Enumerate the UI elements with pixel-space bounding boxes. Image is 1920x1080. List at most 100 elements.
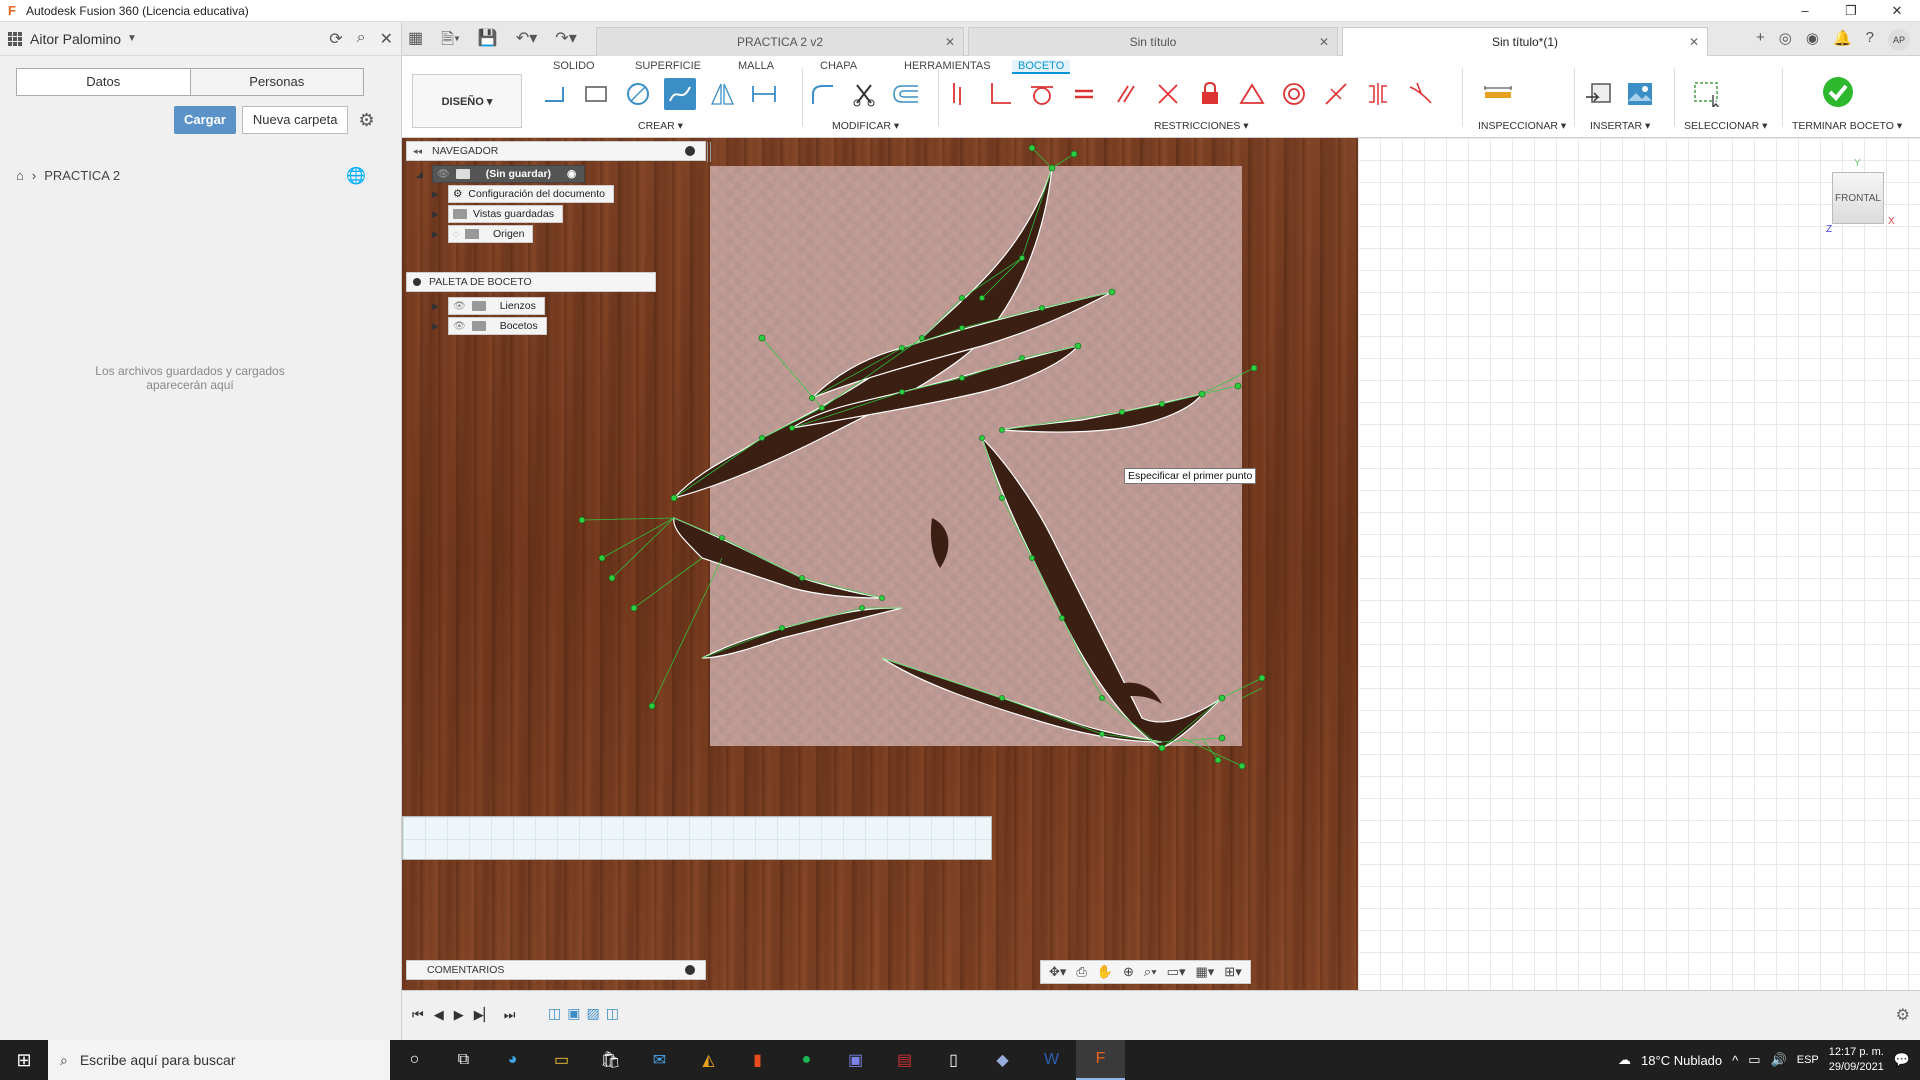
tab-chapa[interactable]: CHAPA [820,60,857,72]
measure-tool[interactable] [1482,78,1514,110]
navigator-root[interactable]: ◢ 👁 (Sin guardar) ◉ [416,164,586,184]
close-tab-icon[interactable]: ✕ [945,35,955,49]
navigator-item-canvases[interactable]: ▶ 👁 Lienzos [432,296,545,316]
dimension-tool[interactable] [748,78,780,110]
pan-icon[interactable]: ✋ [1097,964,1113,980]
notifications-icon[interactable]: 🔔 [1833,29,1852,51]
fillet-tool[interactable] [806,78,838,110]
taskbar-search[interactable]: ⌕ Escribe aquí para buscar [48,1040,390,1080]
notepad-icon[interactable]: ▯ [929,1040,978,1080]
collapse-icon[interactable]: ◂◂ [413,146,422,157]
parallel-constraint-tool[interactable] [1110,78,1142,110]
cortana-icon[interactable]: ○ [390,1040,439,1080]
sketch-input-strip[interactable] [402,816,992,860]
language-indicator[interactable]: ESP [1797,1054,1819,1066]
timeline-image-icon[interactable]: ▨ [586,1005,599,1022]
group-insertar[interactable]: INSERTAR ▾ [1590,120,1650,132]
timeline-end-icon[interactable]: ⏭ [504,1007,516,1023]
weather-text[interactable]: 18°C Nublado [1641,1053,1722,1068]
globe-icon[interactable]: 🌐 [346,166,366,186]
circle-tool[interactable] [622,78,654,110]
tab-boceto[interactable]: BOCETO [1012,60,1071,74]
timeline-next-icon[interactable]: ▶▏ [474,1007,494,1023]
app-icon[interactable]: ◆ [978,1040,1027,1080]
display-settings-icon[interactable]: ▭▾ [1167,964,1186,980]
grid-menu-icon[interactable]: ▦ [408,28,423,55]
doc-tab-practica[interactable]: PRACTICA 2 v2 ✕ [596,27,964,56]
mirror-tool[interactable] [706,78,738,110]
close-tab-icon[interactable]: ✕ [1319,35,1329,49]
file-icon[interactable]: 🗎▾ [441,28,460,55]
close-button[interactable]: ✕ [1874,0,1920,22]
sketch-palette-header[interactable]: PALETA DE BOCETO [406,272,656,292]
navigator-item-config[interactable]: ▶ ⚙ Configuración del documento [432,184,615,204]
group-inspeccionar[interactable]: INSPECCIONAR ▾ [1478,120,1566,132]
doc-tab-sin-titulo-1[interactable]: Sin título*(1) ✕ [1342,27,1708,56]
tab-herramientas[interactable]: HERRAMIENTAS [904,60,991,72]
network-icon[interactable]: ▭ [1748,1052,1760,1068]
fit-icon[interactable]: ⌕▾ [1144,964,1157,980]
rectangle-tool[interactable] [580,78,612,110]
timeline-sketch-icon[interactable]: ◫ [548,1005,561,1022]
notifications-icon[interactable]: 💬 [1894,1052,1910,1068]
insert-image-icon[interactable] [1624,78,1656,110]
expand-triangle-icon[interactable]: ▶ [432,189,442,200]
autocad-icon[interactable]: ◭ [684,1040,733,1080]
clock[interactable]: 12:17 p. m. 29/09/2021 [1829,1045,1884,1075]
save-icon[interactable]: 💾 [478,28,498,55]
close-icon[interactable]: ✕ [380,29,393,49]
avatar[interactable]: AP [1888,29,1910,51]
gear-icon[interactable]: ⚙ [358,110,374,131]
collinear-constraint-tool[interactable] [1152,78,1184,110]
edge-icon[interactable]: ◕ [488,1040,537,1080]
eye-icon[interactable]: 👁 [453,321,466,332]
group-terminar-boceto[interactable]: TERMINAR BOCETO ▾ [1792,120,1902,132]
chevron-down-icon[interactable]: ▼ [127,33,137,44]
look-at-icon[interactable]: ⎙ [1076,964,1086,980]
expand-triangle-icon[interactable]: ▶ [432,301,442,312]
teams-icon[interactable]: ▣ [831,1040,880,1080]
word-icon[interactable]: W [1027,1040,1076,1080]
coincident-constraint-tool[interactable] [942,78,974,110]
design-workspace-dropdown[interactable]: DISEÑO ▾ [412,74,522,128]
design-canvas[interactable]: ◂◂ NAVEGADOR ◢ 👁 (Sin guardar) ◉ ▶ ⚙ Config… [402,138,1920,990]
viewports-icon[interactable]: ⊞▾ [1224,964,1241,980]
volume-icon[interactable]: 🔊 [1771,1052,1787,1068]
resize-handle[interactable] [707,142,711,162]
expand-triangle-icon[interactable]: ▶ [432,321,442,332]
spotify-icon[interactable]: ● [782,1040,831,1080]
undo-icon[interactable]: ↶▾ [516,28,537,55]
gear-icon[interactable]: ⚙ [1896,1005,1910,1025]
expanded-triangle-icon[interactable]: ◢ [416,169,426,180]
radio-icon[interactable]: ◉ [567,168,576,180]
tab-malla[interactable]: MALLA [738,60,774,72]
group-seleccionar[interactable]: SELECCIONAR ▾ [1684,120,1767,132]
file-explorer-icon[interactable]: ▭ [537,1040,586,1080]
minimize-button[interactable]: – [1782,0,1828,22]
redo-icon[interactable]: ↷▾ [555,28,576,55]
finish-sketch-button[interactable] [1820,74,1856,110]
help-icon[interactable]: ? [1866,29,1874,51]
extensions-icon[interactable]: ◎ [1779,29,1792,51]
add-comment-icon[interactable] [685,965,695,975]
chevron-up-icon[interactable]: ^ [1732,1053,1738,1068]
perpendicular-constraint-tool[interactable] [984,78,1016,110]
mail-icon[interactable]: ✉ [635,1040,684,1080]
line-tool[interactable] [538,78,570,110]
navigator-item-views[interactable]: ▶ Vistas guardadas [432,204,563,224]
grid-settings-icon[interactable]: ▦▾ [1195,964,1214,980]
navigator-item-origin[interactable]: ▶ ◌ Origen [432,224,534,244]
tab-datos[interactable]: Datos [17,69,191,95]
doc-tab-sin-titulo[interactable]: Sin título ✕ [968,27,1338,56]
tab-solido[interactable]: SOLIDO [553,60,595,72]
equal-constraint-tool[interactable] [1068,78,1100,110]
group-restricciones[interactable]: RESTRICCIONES ▾ [1154,120,1249,132]
trim-tool[interactable] [848,78,880,110]
task-view-icon[interactable]: ⧉ [439,1040,488,1080]
zoom-icon[interactable]: ⊕ [1123,964,1134,980]
eye-icon[interactable]: 👁 [437,169,450,180]
navigator-header[interactable]: ◂◂ NAVEGADOR [406,141,711,162]
refresh-icon[interactable]: ⟳ [329,29,342,49]
concentric-constraint-tool[interactable] [1278,78,1310,110]
new-tab-icon[interactable]: + [1756,29,1765,51]
